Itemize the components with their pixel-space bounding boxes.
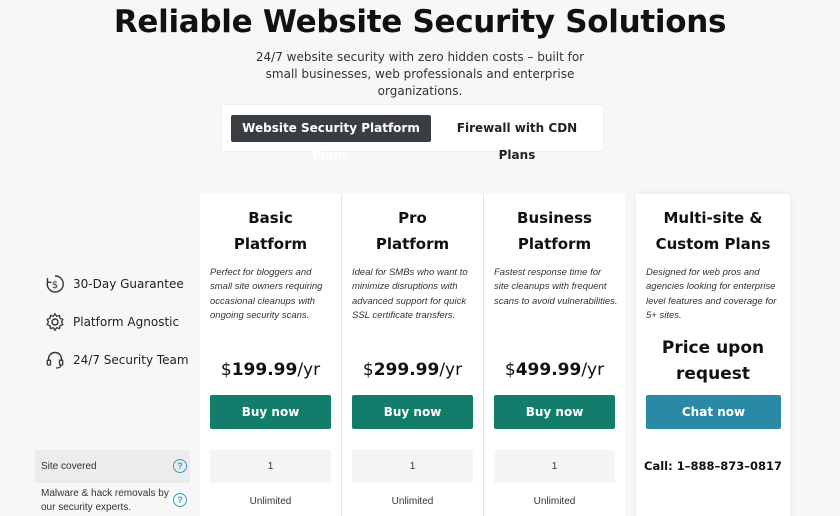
- plan-card-pro: Pro Platform Ideal for SMBs who want to m…: [342, 194, 483, 516]
- svg-text:$: $: [52, 280, 58, 291]
- plan-price: $299.99/yr: [362, 360, 463, 380]
- plan-name: Basic Platform: [233, 209, 308, 253]
- buy-now-button[interactable]: Buy now: [494, 395, 615, 429]
- sites-covered-value: 1: [352, 450, 473, 483]
- plan-card-basic: Basic Platform Perfect for bloggers and s…: [200, 194, 341, 516]
- malware-removals-value: Unlimited: [249, 496, 292, 507]
- row-label-text: Site covered: [41, 461, 97, 472]
- row-label-text: our security experts.: [41, 502, 132, 513]
- feature-guarantee: $ 30-Day Guarantee: [44, 274, 184, 294]
- feature-platform-agnostic: Platform Agnostic: [44, 312, 179, 332]
- buy-now-button[interactable]: Buy now: [210, 395, 331, 429]
- plan-description: Ideal for SMBs who want to minimize disr…: [352, 267, 468, 321]
- help-icon[interactable]: ?: [173, 493, 187, 507]
- tab-firewall-cdn-plans[interactable]: Firewall with CDN Plans: [444, 115, 590, 162]
- malware-removals-value: Unlimited: [533, 496, 576, 507]
- plan-description: Designed for web pros and agencies looki…: [646, 267, 777, 321]
- plan-name: Multi-site & Custom Plans: [655, 209, 771, 253]
- row-label-malware-removals: Malware & hack removals by our security …: [35, 487, 190, 515]
- row-label-site-covered: Site covered ?: [35, 450, 190, 483]
- page-title: Reliable Website Security Solutions: [113, 4, 727, 40]
- sites-covered-value: 1: [494, 450, 615, 483]
- malware-removals-value: Unlimited: [391, 496, 434, 507]
- plan-price: $199.99/yr: [220, 360, 321, 380]
- feature-label: 30-Day Guarantee: [73, 277, 184, 291]
- price-upon-request: Price upon request: [661, 338, 765, 384]
- feature-label: 24/7 Security Team: [73, 353, 189, 367]
- plan-description: Fastest response time for site cleanups …: [494, 267, 618, 307]
- feature-label: Platform Agnostic: [73, 315, 180, 329]
- phone-number[interactable]: Call: 1–888–873–0817: [636, 459, 790, 473]
- plan-tabs: Website Security Platform Plans Firewall…: [221, 104, 604, 162]
- buy-now-button[interactable]: Buy now: [352, 395, 473, 429]
- plan-name: Business Platform: [517, 209, 592, 253]
- tab-website-security-platform-plans[interactable]: Website Security Platform Plans: [231, 115, 431, 162]
- plan-card-business: Business Platform Fastest response time f…: [484, 194, 625, 516]
- plan-name: Pro Platform: [375, 209, 450, 253]
- plan-card-multisite: Multi-site & Custom Plans Designed for we…: [636, 194, 790, 516]
- row-label-text: Malware & hack removals by: [41, 488, 169, 499]
- gear-icon: [44, 311, 66, 333]
- plan-price: $499.99/yr: [504, 360, 605, 380]
- dollar-refresh-icon: $: [44, 273, 66, 295]
- help-icon[interactable]: ?: [173, 459, 187, 473]
- chat-now-button[interactable]: Chat now: [646, 395, 781, 429]
- feature-security-team: 24/7 Security Team: [44, 350, 189, 370]
- sites-covered-value: 1: [210, 450, 331, 483]
- page-subtitle: 24/7 website security with zero hidden c…: [255, 50, 585, 98]
- headset-icon: [44, 349, 66, 371]
- plan-description: Perfect for bloggers and small site owne…: [210, 267, 323, 321]
